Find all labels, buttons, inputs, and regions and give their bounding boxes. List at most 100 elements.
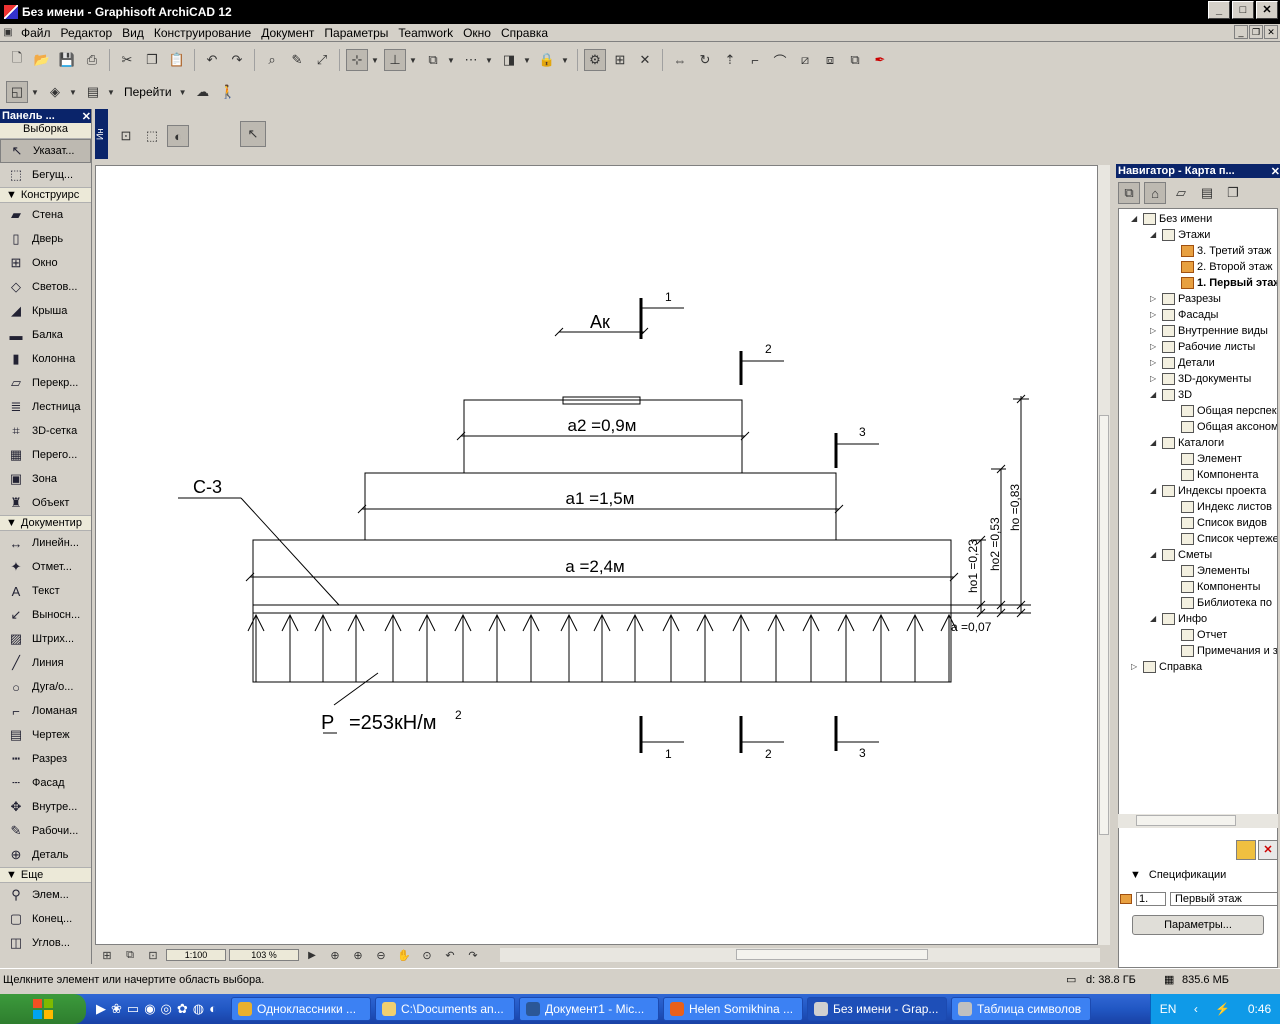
menu-options[interactable]: Параметры bbox=[319, 26, 393, 40]
icq-icon[interactable]: ✿ bbox=[177, 1001, 188, 1017]
tool-arrow-pointer[interactable]: ↖ Указат... bbox=[0, 139, 91, 163]
expander-icon[interactable]: ▷ bbox=[1150, 374, 1156, 383]
close-button[interactable]: ✕ bbox=[1256, 1, 1278, 19]
firefox-icon[interactable]: ◐ bbox=[209, 1001, 217, 1017]
tool-wall[interactable]: ▰ Стена bbox=[0, 203, 91, 227]
expander-icon[interactable]: ▷ bbox=[1150, 342, 1156, 351]
taskbar-item[interactable]: Одноклассники ... bbox=[231, 997, 371, 1021]
expander-icon[interactable]: ◢ bbox=[1150, 614, 1156, 623]
menu-file[interactable]: Файл bbox=[16, 26, 56, 40]
expander-icon[interactable]: ▷ bbox=[1150, 358, 1156, 367]
tool-section[interactable]: ┅ Разрез bbox=[0, 747, 91, 771]
floor-plan-icon[interactable]: ◱ bbox=[6, 81, 28, 103]
maximize-button[interactable]: □ bbox=[1232, 1, 1254, 19]
save-icon[interactable]: 💾 bbox=[56, 49, 78, 71]
menu-window[interactable]: Окно bbox=[458, 26, 496, 40]
story-name-field[interactable]: Первый этаж bbox=[1170, 892, 1278, 906]
print-icon[interactable]: ⎙ bbox=[81, 49, 103, 71]
geometry-method-icon[interactable]: ⊡ bbox=[115, 125, 137, 147]
chevron-down-icon[interactable]: ▼ bbox=[409, 56, 419, 65]
tree-item[interactable]: 3D bbox=[1162, 387, 1192, 403]
close-icon[interactable]: ✕ bbox=[1271, 165, 1280, 178]
floor-plan-canvas[interactable]: Ак С-3 а2 =0,9м а1 =1,5м а =2,4м Р =253к… bbox=[95, 165, 1098, 945]
language-indicator[interactable]: EN bbox=[1160, 1002, 1177, 1016]
next-zoom-icon[interactable]: ↷ bbox=[463, 947, 483, 963]
chevron-down-icon[interactable]: ▼ bbox=[31, 88, 41, 97]
house-icon[interactable]: ⌂ bbox=[1144, 182, 1166, 204]
mirror-icon[interactable]: ⇔ bbox=[669, 49, 691, 71]
expander-icon[interactable]: ▷ bbox=[1150, 326, 1156, 335]
network-icon[interactable]: ⚡ bbox=[1215, 1002, 1230, 1016]
undo-icon[interactable]: ↶ bbox=[201, 49, 223, 71]
taskbar-item[interactable]: C:\Documents an... bbox=[375, 997, 515, 1021]
vertical-scrollbar[interactable] bbox=[1098, 165, 1110, 945]
taskbar-item[interactable]: Документ1 - Mic... bbox=[519, 997, 659, 1021]
tree-item[interactable]: Справка bbox=[1143, 659, 1202, 675]
tree-item[interactable]: Компонента bbox=[1181, 467, 1258, 483]
explode-icon[interactable]: ⧉ bbox=[844, 49, 866, 71]
scale-field[interactable]: 1:100 bbox=[166, 949, 226, 961]
document-group-header[interactable]: ▼ Документир bbox=[0, 515, 91, 531]
tool-corner[interactable]: ◫ Углов... bbox=[0, 931, 91, 955]
arrow-pointer-icon[interactable]: ↖ bbox=[240, 121, 266, 147]
navigator-hscroll[interactable] bbox=[1118, 814, 1278, 828]
tool-object-chair[interactable]: ♜ Объект bbox=[0, 491, 91, 515]
new-view-icon[interactable] bbox=[1236, 840, 1256, 860]
new-file-icon[interactable]: 🗋 bbox=[6, 49, 28, 71]
tree-item[interactable]: Инфо bbox=[1162, 611, 1207, 627]
tool-linear-dimension[interactable]: ↔ Линейн... bbox=[0, 531, 91, 555]
minimize-button[interactable]: _ bbox=[1208, 1, 1230, 19]
tree-item[interactable]: Рабочие листы bbox=[1162, 339, 1255, 355]
menu-help[interactable]: Справка bbox=[496, 26, 553, 40]
tree-item[interactable]: Индекс листов bbox=[1181, 499, 1272, 515]
chevron-down-icon[interactable]: ▼ bbox=[179, 88, 189, 97]
taskbar-item[interactable]: Без имени - Grap... bbox=[807, 997, 947, 1021]
tree-item[interactable]: Этажи bbox=[1162, 227, 1210, 243]
expander-icon[interactable]: ◢ bbox=[1150, 230, 1156, 239]
layers-icon[interactable]: ◨ bbox=[498, 49, 520, 71]
mdi-minimize-button[interactable]: _ bbox=[1234, 25, 1248, 39]
paw-icon[interactable]: ❀ bbox=[111, 1001, 122, 1017]
goto-button[interactable]: Перейти bbox=[120, 85, 176, 99]
tree-item[interactable]: 1. Первый этаж bbox=[1181, 275, 1277, 291]
menu-teamwork[interactable]: Teamwork bbox=[393, 26, 458, 40]
expander-icon[interactable]: ◢ bbox=[1131, 214, 1137, 223]
tree-item[interactable]: Разрезы bbox=[1162, 291, 1221, 307]
tool-worksheet[interactable]: ✎ Рабочи... bbox=[0, 819, 91, 843]
tool-window[interactable]: ⊞ Окно bbox=[0, 251, 91, 275]
cross-icon[interactable]: ✕ bbox=[634, 49, 656, 71]
adjust-icon[interactable]: ⧈ bbox=[819, 49, 841, 71]
folder-icon[interactable]: ▱ bbox=[1170, 182, 1192, 204]
tool-mesh[interactable]: ⌗ 3D-сетка bbox=[0, 419, 91, 443]
view-settings-icon[interactable]: ⧉ bbox=[120, 947, 140, 963]
tool-arc-circle[interactable]: ○ Дуга/о... bbox=[0, 675, 91, 699]
menu-design[interactable]: Конструирование bbox=[149, 26, 256, 40]
elevate-icon[interactable]: ⇡ bbox=[719, 49, 741, 71]
taskbar-item[interactable]: Таблица символов bbox=[951, 997, 1091, 1021]
zoom-area-icon[interactable]: ⊕ bbox=[325, 947, 345, 963]
redo-icon[interactable]: ↷ bbox=[226, 49, 248, 71]
tool-roof[interactable]: ◢ Крыша bbox=[0, 299, 91, 323]
tree-item[interactable]: Библиотека по bbox=[1181, 595, 1272, 611]
project-map-icon[interactable]: ⧉ bbox=[1118, 182, 1140, 204]
3d-window-icon[interactable]: ◈ bbox=[44, 81, 66, 103]
chevron-down-icon[interactable]: ▼ bbox=[523, 56, 533, 65]
expander-icon[interactable]: ▷ bbox=[1150, 294, 1156, 303]
triangle-down-icon[interactable]: ▼ bbox=[1130, 869, 1141, 881]
publisher-icon[interactable]: ❐ bbox=[1222, 182, 1244, 204]
paste-icon[interactable]: 📋 bbox=[166, 49, 188, 71]
zoom-field[interactable]: 103 % bbox=[229, 949, 299, 961]
clock[interactable]: 0:46 bbox=[1248, 1002, 1271, 1016]
chrome-icon[interactable]: ◎ bbox=[161, 1001, 172, 1017]
chevron-down-icon[interactable]: ▼ bbox=[485, 56, 495, 65]
expander-icon[interactable]: ▷ bbox=[1131, 662, 1137, 671]
dimension-icon[interactable]: ⊞ bbox=[609, 49, 631, 71]
tree-item[interactable]: Общая перспектива bbox=[1181, 403, 1277, 419]
tool-drawing[interactable]: ▤ Чертеж bbox=[0, 723, 91, 747]
opera-icon[interactable]: ◉ bbox=[144, 1001, 155, 1017]
menu-view[interactable]: Вид bbox=[117, 26, 149, 40]
tool-label[interactable]: ↙ Выносн... bbox=[0, 603, 91, 627]
document-icon[interactable]: ▣ bbox=[0, 26, 16, 40]
expander-icon[interactable]: ◢ bbox=[1150, 550, 1156, 559]
taskbar-item[interactable]: Helen Somikhina ... bbox=[663, 997, 803, 1021]
